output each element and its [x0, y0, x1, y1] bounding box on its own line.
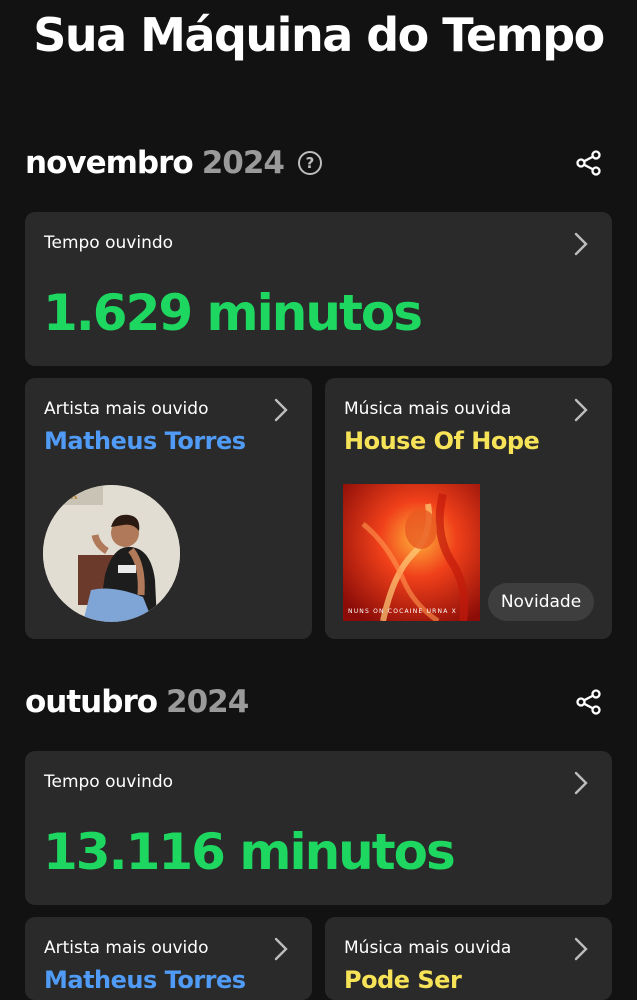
svg-text:ER: ER: [63, 491, 78, 502]
section-year: 2024: [201, 145, 285, 181]
page-title: Sua Máquina do Tempo: [33, 8, 605, 62]
top-artist-label: Artista mais ouvido: [44, 399, 209, 419]
listening-time-label: Tempo ouvindo: [44, 233, 174, 253]
section-header-november: novembro 2024 ?: [25, 143, 613, 183]
top-artist-name: Matheus Torres: [44, 427, 246, 455]
top-artist-card[interactable]: Artista mais ouvido Matheus Torres ER: [25, 378, 312, 639]
share-icon[interactable]: [575, 688, 603, 716]
artist-photo: ER: [43, 485, 180, 622]
help-icon[interactable]: ?: [297, 151, 322, 175]
album-cover: NUNS ON COCAINE URNA X: [343, 484, 480, 621]
chevron-right-icon: [574, 771, 588, 795]
listening-time-value: 13.116 minutos: [43, 823, 456, 881]
top-track-name: Pode Ser: [344, 966, 462, 994]
chevron-right-icon: [274, 937, 288, 961]
section-month: novembro: [25, 145, 194, 181]
cover-caption: NUNS ON COCAINE URNA X: [348, 608, 457, 615]
chevron-right-icon: [574, 398, 588, 422]
section-year: 2024: [166, 684, 249, 720]
top-track-name: House Of Hope: [344, 427, 540, 455]
top-artist-name: Matheus Torres: [44, 966, 246, 994]
chevron-right-icon: [574, 232, 588, 256]
top-artist-label: Artista mais ouvido: [44, 938, 209, 958]
top-track-card[interactable]: Música mais ouvida Pode Ser: [325, 917, 612, 1000]
top-artist-card[interactable]: Artista mais ouvido Matheus Torres: [25, 917, 312, 1000]
top-track-card[interactable]: Música mais ouvida House Of Hope NUNS ON…: [325, 378, 612, 639]
listening-time-card[interactable]: Tempo ouvindo 1.629 minutos: [25, 212, 612, 366]
section-month: outubro: [25, 684, 158, 720]
new-badge: Novidade: [488, 583, 594, 621]
listening-time-card[interactable]: Tempo ouvindo 13.116 minutos: [25, 751, 612, 905]
chevron-right-icon: [274, 398, 288, 422]
top-track-label: Música mais ouvida: [344, 938, 512, 958]
section-header-october: outubro 2024: [25, 682, 613, 722]
chevron-right-icon: [574, 937, 588, 961]
share-icon[interactable]: [575, 149, 603, 177]
top-track-label: Música mais ouvida: [344, 399, 512, 419]
listening-time-label: Tempo ouvindo: [44, 772, 174, 792]
listening-time-value: 1.629 minutos: [43, 284, 423, 342]
